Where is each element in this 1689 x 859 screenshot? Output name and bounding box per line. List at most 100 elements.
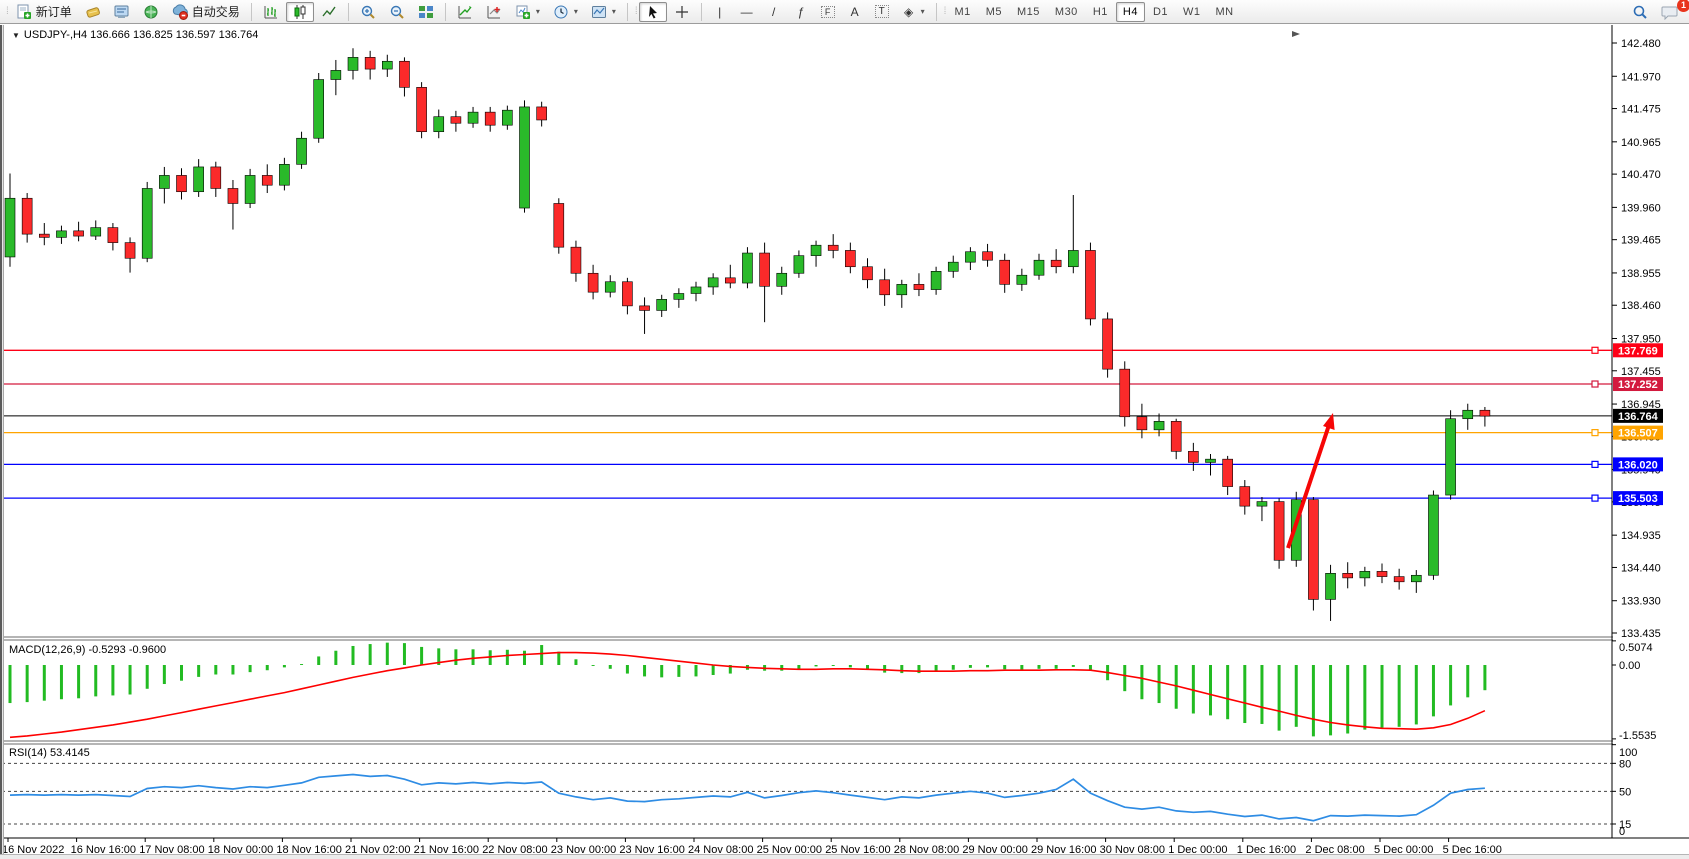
timeframe-m5[interactable]: M5	[979, 2, 1009, 22]
toolbar-separator	[936, 3, 937, 21]
toolbar-separator	[701, 3, 702, 21]
template-dropdown[interactable]: ▾	[585, 2, 622, 22]
svg-text:135.503: 135.503	[1618, 493, 1658, 505]
svg-text:134.935: 134.935	[1621, 530, 1661, 542]
editor-button[interactable]	[108, 2, 136, 22]
horizontal-line-icon: —	[740, 5, 754, 19]
toolbar-grip[interactable]: ⁞	[944, 6, 945, 17]
chart-canvas[interactable]: 142.480 141.970 141.475 140.965 140.470 139.9…	[0, 25, 1689, 859]
new-chart-dropdown[interactable]: ▾	[509, 2, 546, 22]
svg-text:-1.5535: -1.5535	[1619, 730, 1656, 742]
svg-text:137.769: 137.769	[1618, 345, 1658, 357]
zoom-out-button[interactable]	[383, 2, 411, 22]
svg-text:140.965: 140.965	[1621, 137, 1661, 149]
new-order-button[interactable]: 新订单	[10, 2, 78, 22]
svg-text:0.00: 0.00	[1619, 660, 1640, 672]
rsi-panel[interactable]	[2, 763, 1612, 824]
svg-text:139.960: 139.960	[1621, 202, 1661, 214]
axes[interactable]: 142.480 141.970 141.475 140.965 140.470 139.9…	[0, 25, 1689, 859]
timeframe-h1[interactable]: H1	[1086, 2, 1115, 22]
text-tool[interactable]: A	[842, 2, 868, 22]
zoom-out-icon	[389, 4, 405, 20]
timeframe-d1[interactable]: D1	[1146, 2, 1175, 22]
crosshair-icon	[674, 4, 690, 20]
search-icon	[1632, 4, 1648, 20]
macd-indicator-label: MACD(12,26,9) -0.5293 -0.9600	[9, 644, 166, 656]
crosshair-tool-button[interactable]	[668, 2, 696, 22]
svg-text:139.465: 139.465	[1621, 235, 1661, 247]
arrows-tool-dropdown[interactable]: ◈▾	[896, 2, 931, 22]
notification-badge: 1	[1677, 0, 1689, 12]
channel-icon: F	[821, 6, 835, 18]
vertical-line-tool[interactable]: |	[707, 2, 733, 22]
toolbar-grip[interactable]: ⁞	[635, 6, 636, 17]
vertical-line-icon: |	[713, 5, 727, 19]
clock-icon	[553, 4, 569, 20]
new-order-label: 新订单	[36, 3, 72, 20]
tile-windows-icon	[418, 4, 434, 20]
label-icon: T	[875, 5, 889, 18]
timeframe-m1[interactable]: M1	[947, 2, 977, 22]
svg-text:142.480: 142.480	[1621, 38, 1661, 50]
zoom-in-button[interactable]	[354, 2, 382, 22]
svg-text:140.470: 140.470	[1621, 169, 1661, 181]
toolbar: ⁞ 新订单	[0, 0, 1689, 24]
editor-icon	[114, 4, 130, 20]
dropdown-caret-icon: ▾	[612, 7, 616, 16]
svg-text:50: 50	[1619, 786, 1631, 798]
tickets-button[interactable]	[79, 2, 107, 22]
zoom-in-icon	[360, 4, 376, 20]
indicators-button[interactable]	[451, 2, 479, 22]
label-tool[interactable]: T	[869, 2, 895, 22]
svg-text:136.020: 136.020	[1618, 459, 1658, 471]
market-depth-button[interactable]	[137, 2, 165, 22]
candles-layer	[5, 48, 1490, 621]
timeframe-h4[interactable]: H4	[1116, 2, 1145, 22]
chart-shift-marker[interactable]	[1292, 31, 1300, 37]
tile-windows-button[interactable]	[412, 2, 440, 22]
template-icon	[591, 4, 607, 20]
horizontal-line-tool[interactable]: —	[734, 2, 760, 22]
timeframe-m30[interactable]: M30	[1048, 2, 1085, 22]
auto-trading-button[interactable]: 自动交易	[166, 2, 246, 22]
svg-text:137.252: 137.252	[1618, 379, 1658, 391]
cursor-tool-button[interactable]	[639, 2, 667, 22]
toolbar-separator	[627, 3, 628, 21]
price-chart-svg[interactable]: 142.480 141.970 141.475 140.965 140.470 139.9…	[0, 25, 1689, 859]
auto-trading-label: 自动交易	[192, 3, 240, 20]
window-left-border	[0, 25, 4, 855]
svg-text:141.475: 141.475	[1621, 104, 1661, 116]
svg-text:0.5074: 0.5074	[1619, 642, 1653, 654]
candlestick-chart-button[interactable]	[286, 2, 314, 22]
line-chart-button[interactable]	[315, 2, 343, 22]
trendline-tool[interactable]: /	[761, 2, 787, 22]
dropdown-caret-icon: ▾	[921, 7, 925, 16]
auto-trading-icon	[172, 4, 188, 20]
objects-list-button[interactable]	[480, 2, 508, 22]
new-order-icon	[16, 4, 32, 20]
main-price-panel[interactable]	[2, 31, 1612, 621]
macd-panel[interactable]	[10, 643, 1485, 738]
toolbar-grip[interactable]: ⁞	[6, 6, 7, 17]
timeframe-w1[interactable]: W1	[1176, 2, 1208, 22]
status-strip	[0, 854, 1689, 859]
one-click-trading-arrow-icon[interactable]: ▼	[12, 31, 20, 40]
notifications-button[interactable]: 1	[1655, 2, 1685, 22]
svg-text:133.435: 133.435	[1621, 628, 1661, 640]
channel-tool[interactable]: F	[815, 2, 841, 22]
svg-text:137.455: 137.455	[1621, 366, 1661, 378]
svg-text:141.970: 141.970	[1621, 71, 1661, 83]
cursor-icon	[645, 4, 661, 20]
search-button[interactable]	[1626, 2, 1654, 22]
timeframe-m15[interactable]: M15	[1010, 2, 1047, 22]
timeframe-mn[interactable]: MN	[1209, 2, 1241, 22]
bar-chart-icon	[263, 4, 279, 20]
mt4-window: ⁞ 新订单	[0, 0, 1689, 859]
chart-title: ▼USDJPY-,H4 136.666 136.825 136.597 136.…	[12, 29, 258, 41]
period-dropdown[interactable]: ▾	[547, 2, 584, 22]
bar-chart-button[interactable]	[257, 2, 285, 22]
horizontal-line-objects[interactable]	[2, 347, 1612, 501]
globe-signal-icon	[143, 4, 159, 20]
line-chart-icon	[321, 4, 337, 20]
fibonacci-tool[interactable]: ƒ	[788, 2, 814, 22]
